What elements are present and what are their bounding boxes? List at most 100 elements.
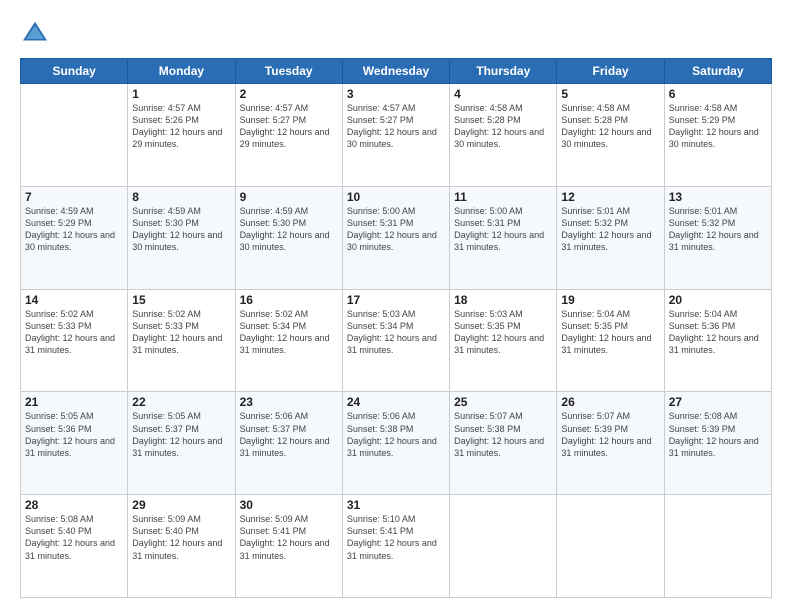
day-number: 10 — [347, 190, 445, 204]
day-number: 21 — [25, 395, 123, 409]
day-number: 3 — [347, 87, 445, 101]
day-number: 1 — [132, 87, 230, 101]
calendar-week-row: 14Sunrise: 5:02 AMSunset: 5:33 PMDayligh… — [21, 289, 772, 392]
logo — [20, 18, 54, 48]
day-number: 16 — [240, 293, 338, 307]
cell-details: Sunrise: 5:02 AMSunset: 5:33 PMDaylight:… — [25, 308, 123, 357]
calendar-cell: 19Sunrise: 5:04 AMSunset: 5:35 PMDayligh… — [557, 289, 664, 392]
calendar-cell: 22Sunrise: 5:05 AMSunset: 5:37 PMDayligh… — [128, 392, 235, 495]
cell-details: Sunrise: 5:03 AMSunset: 5:35 PMDaylight:… — [454, 308, 552, 357]
calendar-week-row: 1Sunrise: 4:57 AMSunset: 5:26 PMDaylight… — [21, 84, 772, 187]
calendar-cell: 15Sunrise: 5:02 AMSunset: 5:33 PMDayligh… — [128, 289, 235, 392]
cell-details: Sunrise: 4:58 AMSunset: 5:28 PMDaylight:… — [454, 102, 552, 151]
cell-details: Sunrise: 5:03 AMSunset: 5:34 PMDaylight:… — [347, 308, 445, 357]
day-number: 2 — [240, 87, 338, 101]
calendar-cell — [557, 495, 664, 598]
calendar-cell: 26Sunrise: 5:07 AMSunset: 5:39 PMDayligh… — [557, 392, 664, 495]
calendar-cell: 4Sunrise: 4:58 AMSunset: 5:28 PMDaylight… — [450, 84, 557, 187]
weekday-header-saturday: Saturday — [664, 59, 771, 84]
calendar-week-row: 28Sunrise: 5:08 AMSunset: 5:40 PMDayligh… — [21, 495, 772, 598]
cell-details: Sunrise: 5:09 AMSunset: 5:40 PMDaylight:… — [132, 513, 230, 562]
weekday-header-tuesday: Tuesday — [235, 59, 342, 84]
calendar-cell: 20Sunrise: 5:04 AMSunset: 5:36 PMDayligh… — [664, 289, 771, 392]
day-number: 11 — [454, 190, 552, 204]
day-number: 17 — [347, 293, 445, 307]
weekday-header-friday: Friday — [557, 59, 664, 84]
day-number: 7 — [25, 190, 123, 204]
day-number: 14 — [25, 293, 123, 307]
day-number: 19 — [561, 293, 659, 307]
weekday-header-row: SundayMondayTuesdayWednesdayThursdayFrid… — [21, 59, 772, 84]
calendar-table: SundayMondayTuesdayWednesdayThursdayFrid… — [20, 58, 772, 598]
weekday-header-monday: Monday — [128, 59, 235, 84]
calendar-cell: 2Sunrise: 4:57 AMSunset: 5:27 PMDaylight… — [235, 84, 342, 187]
calendar-cell: 29Sunrise: 5:09 AMSunset: 5:40 PMDayligh… — [128, 495, 235, 598]
calendar-cell: 13Sunrise: 5:01 AMSunset: 5:32 PMDayligh… — [664, 186, 771, 289]
day-number: 23 — [240, 395, 338, 409]
calendar-cell — [21, 84, 128, 187]
calendar-cell: 7Sunrise: 4:59 AMSunset: 5:29 PMDaylight… — [21, 186, 128, 289]
cell-details: Sunrise: 5:04 AMSunset: 5:36 PMDaylight:… — [669, 308, 767, 357]
calendar-cell: 12Sunrise: 5:01 AMSunset: 5:32 PMDayligh… — [557, 186, 664, 289]
calendar-cell: 23Sunrise: 5:06 AMSunset: 5:37 PMDayligh… — [235, 392, 342, 495]
calendar-week-row: 7Sunrise: 4:59 AMSunset: 5:29 PMDaylight… — [21, 186, 772, 289]
cell-details: Sunrise: 5:05 AMSunset: 5:37 PMDaylight:… — [132, 410, 230, 459]
calendar-cell: 1Sunrise: 4:57 AMSunset: 5:26 PMDaylight… — [128, 84, 235, 187]
cell-details: Sunrise: 4:57 AMSunset: 5:27 PMDaylight:… — [240, 102, 338, 151]
day-number: 9 — [240, 190, 338, 204]
calendar-cell: 30Sunrise: 5:09 AMSunset: 5:41 PMDayligh… — [235, 495, 342, 598]
calendar-cell: 24Sunrise: 5:06 AMSunset: 5:38 PMDayligh… — [342, 392, 449, 495]
calendar-cell: 18Sunrise: 5:03 AMSunset: 5:35 PMDayligh… — [450, 289, 557, 392]
day-number: 5 — [561, 87, 659, 101]
cell-details: Sunrise: 5:00 AMSunset: 5:31 PMDaylight:… — [347, 205, 445, 254]
cell-details: Sunrise: 4:58 AMSunset: 5:29 PMDaylight:… — [669, 102, 767, 151]
day-number: 22 — [132, 395, 230, 409]
day-number: 18 — [454, 293, 552, 307]
day-number: 6 — [669, 87, 767, 101]
calendar-cell: 16Sunrise: 5:02 AMSunset: 5:34 PMDayligh… — [235, 289, 342, 392]
calendar-cell: 31Sunrise: 5:10 AMSunset: 5:41 PMDayligh… — [342, 495, 449, 598]
day-number: 26 — [561, 395, 659, 409]
weekday-header-wednesday: Wednesday — [342, 59, 449, 84]
day-number: 28 — [25, 498, 123, 512]
header — [20, 18, 772, 48]
cell-details: Sunrise: 4:59 AMSunset: 5:30 PMDaylight:… — [240, 205, 338, 254]
calendar-cell — [664, 495, 771, 598]
cell-details: Sunrise: 4:59 AMSunset: 5:29 PMDaylight:… — [25, 205, 123, 254]
weekday-header-thursday: Thursday — [450, 59, 557, 84]
calendar-cell: 17Sunrise: 5:03 AMSunset: 5:34 PMDayligh… — [342, 289, 449, 392]
day-number: 15 — [132, 293, 230, 307]
calendar-cell: 21Sunrise: 5:05 AMSunset: 5:36 PMDayligh… — [21, 392, 128, 495]
cell-details: Sunrise: 5:02 AMSunset: 5:34 PMDaylight:… — [240, 308, 338, 357]
day-number: 30 — [240, 498, 338, 512]
cell-details: Sunrise: 5:01 AMSunset: 5:32 PMDaylight:… — [561, 205, 659, 254]
calendar-cell: 14Sunrise: 5:02 AMSunset: 5:33 PMDayligh… — [21, 289, 128, 392]
calendar-cell: 28Sunrise: 5:08 AMSunset: 5:40 PMDayligh… — [21, 495, 128, 598]
weekday-header-sunday: Sunday — [21, 59, 128, 84]
day-number: 24 — [347, 395, 445, 409]
calendar-cell: 3Sunrise: 4:57 AMSunset: 5:27 PMDaylight… — [342, 84, 449, 187]
cell-details: Sunrise: 4:59 AMSunset: 5:30 PMDaylight:… — [132, 205, 230, 254]
day-number: 12 — [561, 190, 659, 204]
cell-details: Sunrise: 5:06 AMSunset: 5:37 PMDaylight:… — [240, 410, 338, 459]
cell-details: Sunrise: 5:08 AMSunset: 5:40 PMDaylight:… — [25, 513, 123, 562]
day-number: 25 — [454, 395, 552, 409]
day-number: 13 — [669, 190, 767, 204]
calendar-cell: 8Sunrise: 4:59 AMSunset: 5:30 PMDaylight… — [128, 186, 235, 289]
calendar-cell: 6Sunrise: 4:58 AMSunset: 5:29 PMDaylight… — [664, 84, 771, 187]
calendar-week-row: 21Sunrise: 5:05 AMSunset: 5:36 PMDayligh… — [21, 392, 772, 495]
cell-details: Sunrise: 4:58 AMSunset: 5:28 PMDaylight:… — [561, 102, 659, 151]
cell-details: Sunrise: 5:10 AMSunset: 5:41 PMDaylight:… — [347, 513, 445, 562]
cell-details: Sunrise: 5:06 AMSunset: 5:38 PMDaylight:… — [347, 410, 445, 459]
cell-details: Sunrise: 5:04 AMSunset: 5:35 PMDaylight:… — [561, 308, 659, 357]
calendar-cell — [450, 495, 557, 598]
day-number: 4 — [454, 87, 552, 101]
calendar-cell: 5Sunrise: 4:58 AMSunset: 5:28 PMDaylight… — [557, 84, 664, 187]
day-number: 8 — [132, 190, 230, 204]
cell-details: Sunrise: 5:07 AMSunset: 5:38 PMDaylight:… — [454, 410, 552, 459]
cell-details: Sunrise: 5:07 AMSunset: 5:39 PMDaylight:… — [561, 410, 659, 459]
cell-details: Sunrise: 5:08 AMSunset: 5:39 PMDaylight:… — [669, 410, 767, 459]
cell-details: Sunrise: 5:01 AMSunset: 5:32 PMDaylight:… — [669, 205, 767, 254]
calendar-cell: 10Sunrise: 5:00 AMSunset: 5:31 PMDayligh… — [342, 186, 449, 289]
day-number: 27 — [669, 395, 767, 409]
